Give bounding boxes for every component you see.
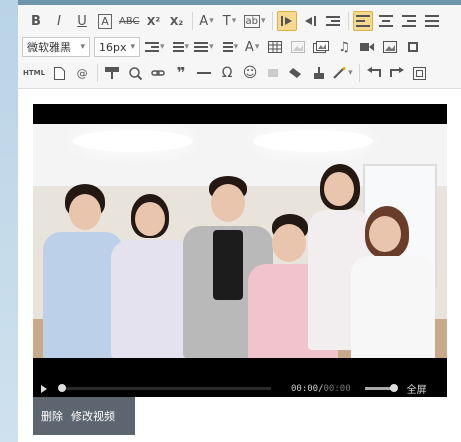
emoji-icon[interactable]: ☺	[240, 63, 260, 83]
scene-light	[73, 130, 193, 152]
subscript-button[interactable]: X₂	[167, 11, 187, 31]
clean-icon[interactable]	[309, 63, 329, 83]
separator	[271, 12, 273, 30]
clear-format-icon[interactable]	[263, 63, 283, 83]
separator	[358, 64, 360, 82]
video-frame	[33, 124, 447, 358]
time-current: 00:00	[291, 383, 319, 394]
time-display: 00:00/00:00	[291, 383, 351, 394]
line-spacing-icon[interactable]: ▾	[169, 37, 191, 57]
attachment-icon[interactable]	[403, 37, 423, 57]
volume-knob[interactable]	[389, 384, 398, 392]
font-family-select[interactable]: 微软雅黑 ▾	[22, 37, 90, 57]
align-left-icon[interactable]	[352, 11, 373, 31]
search-replace-icon[interactable]	[125, 63, 145, 83]
separator	[97, 64, 99, 82]
paragraph-indent-icon[interactable]: ▾	[144, 37, 166, 57]
music-icon[interactable]: ♫	[334, 37, 354, 57]
special-char-icon[interactable]: Ω	[217, 63, 237, 83]
video-controls: 00:00/00:00 全屏	[33, 380, 447, 397]
scene-light	[253, 130, 373, 152]
toolbar-row-3: HTML @ ❞ Ω ☺ ▾	[18, 61, 433, 85]
font-family-value: 微软雅黑	[27, 41, 71, 54]
fullscreen-editor-icon[interactable]	[410, 63, 430, 83]
eraser-icon[interactable]	[286, 63, 306, 83]
font-border-button[interactable]: A	[95, 11, 115, 31]
html-source-button[interactable]: HTML	[22, 63, 46, 83]
video-icon[interactable]	[357, 37, 377, 57]
bold-button[interactable]: B	[26, 11, 46, 31]
fullscreen-button[interactable]: 全屏	[407, 381, 427, 396]
toolbar-row-1: B I U A ABC X² X₂ A ▾ T ▾ ab ▾	[18, 9, 445, 33]
italic-button[interactable]: I	[49, 11, 69, 31]
toolbar-row-2: 微软雅黑 ▾ 16px ▾ ▾ ▾ ▾ ▾ A ▾ ♫	[18, 35, 426, 59]
underline-button[interactable]: U	[72, 11, 92, 31]
rtl-direction-icon[interactable]	[300, 11, 320, 31]
magic-wand-icon[interactable]: ▾	[332, 63, 354, 83]
progress-bar[interactable]	[58, 384, 271, 392]
blockquote-icon[interactable]: ❞	[171, 63, 191, 83]
text-style-button[interactable]: T ▾	[220, 11, 240, 31]
format-painter-icon[interactable]	[102, 63, 122, 83]
video-player[interactable]: 00:00/00:00 全屏	[33, 104, 447, 397]
font-color-button[interactable]: A ▾	[197, 11, 217, 31]
picture-icon[interactable]	[380, 37, 400, 57]
time-total: 00:00	[323, 383, 351, 394]
separator	[347, 12, 349, 30]
video-action-bar: 删除 修改视频	[33, 397, 135, 435]
delete-button[interactable]: 删除	[41, 408, 63, 424]
volume-slider[interactable]	[364, 384, 398, 392]
align-right-icon[interactable]	[399, 11, 419, 31]
list-spacing-icon[interactable]: ▾	[218, 37, 240, 57]
ltr-direction-icon[interactable]	[276, 11, 297, 31]
new-document-icon[interactable]	[49, 63, 69, 83]
edit-video-button[interactable]: 修改视频	[71, 408, 115, 424]
paragraph-spacing-icon[interactable]: ▾	[193, 37, 215, 57]
redo-icon[interactable]	[387, 63, 407, 83]
superscript-button[interactable]: X²	[144, 11, 164, 31]
progress-knob[interactable]	[58, 384, 66, 392]
font-size-select[interactable]: 16px ▾	[94, 37, 140, 57]
horizontal-rule-icon[interactable]	[194, 63, 214, 83]
at-mention-icon[interactable]: @	[72, 63, 92, 83]
link-icon[interactable]	[148, 63, 168, 83]
editor-content[interactable]: 00:00/00:00 全屏 删除 修改视频	[18, 89, 461, 442]
align-center-icon[interactable]	[376, 11, 396, 31]
image-icon[interactable]	[288, 37, 308, 57]
background-color-button[interactable]: ab ▾	[243, 11, 267, 31]
separator	[191, 12, 193, 30]
play-icon[interactable]	[41, 384, 47, 393]
align-justify-icon[interactable]	[422, 11, 442, 31]
multi-image-icon[interactable]	[311, 37, 331, 57]
editor-toolbar: B I U A ABC X² X₂ A ▾ T ▾ ab ▾ 微软雅黑 ▾ 16…	[18, 5, 461, 89]
left-edge-panel	[0, 0, 18, 442]
letter-spacing-icon[interactable]: A ▾	[242, 37, 262, 57]
font-size-value: 16px	[99, 40, 127, 54]
undo-icon[interactable]	[364, 63, 384, 83]
indent-icon[interactable]	[323, 11, 343, 31]
strikethrough-button[interactable]: ABC	[118, 11, 141, 31]
table-icon[interactable]	[265, 37, 285, 57]
